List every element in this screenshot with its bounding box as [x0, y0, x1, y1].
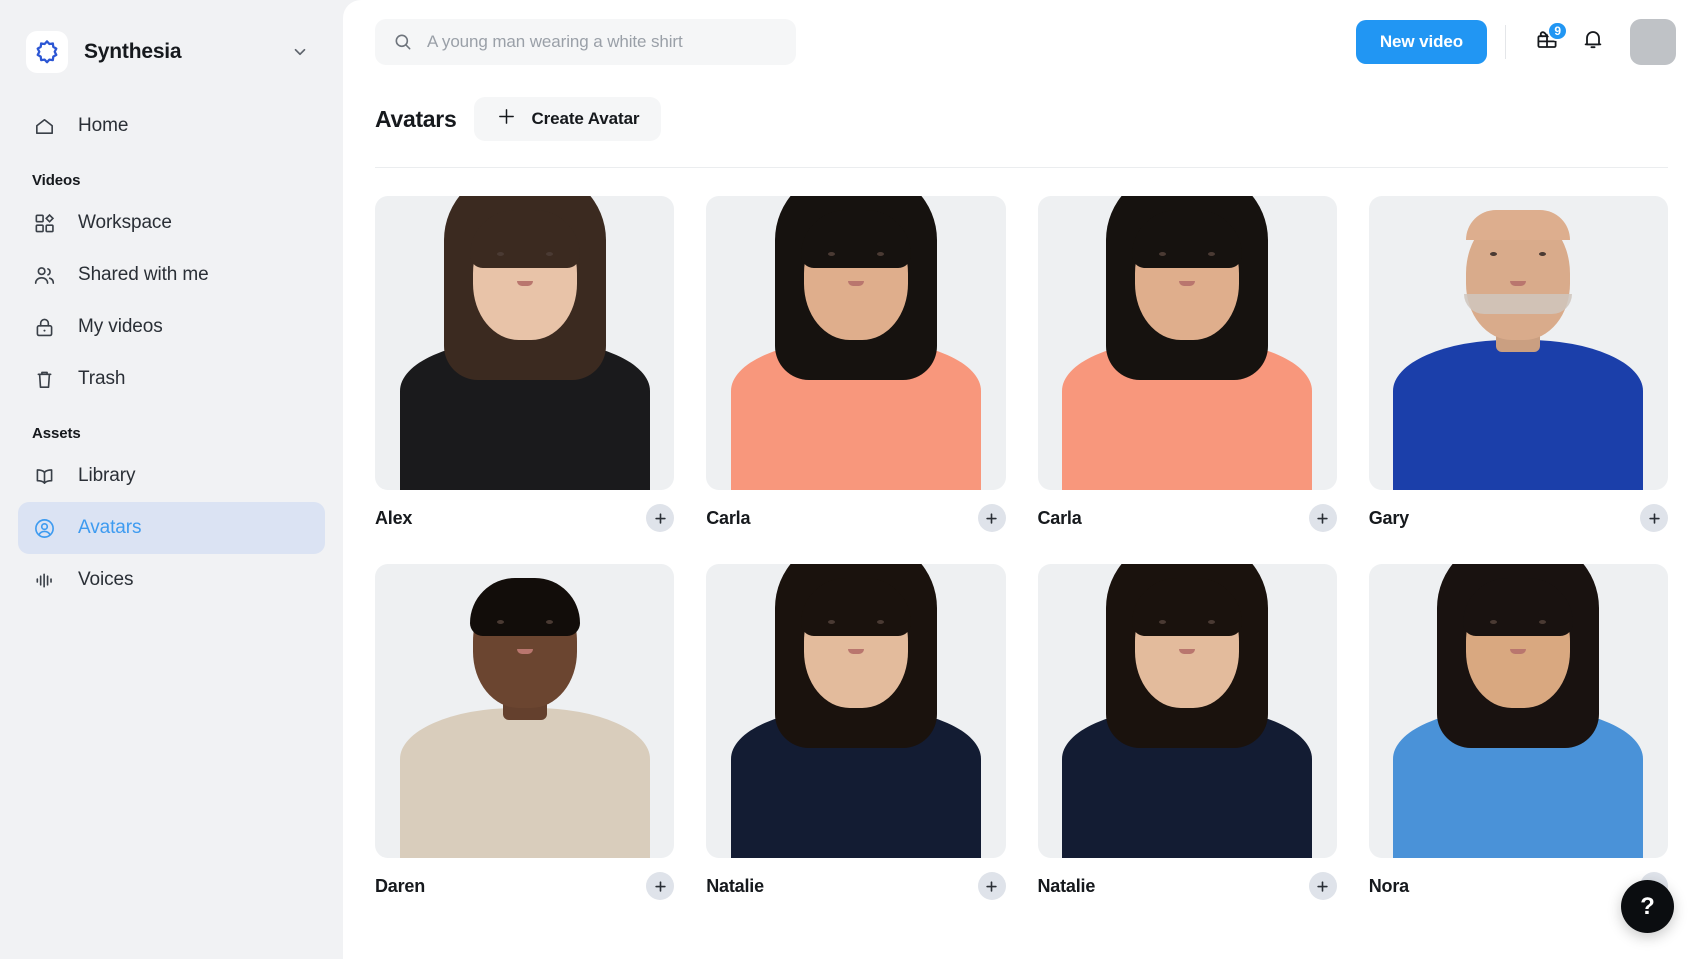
plus-circle-icon[interactable]	[1640, 504, 1668, 532]
avatar-thumbnail[interactable]	[1368, 564, 1668, 858]
avatar-card-footer: Gary	[1369, 504, 1668, 532]
notifications-button[interactable]	[1570, 19, 1616, 65]
plus-circle-icon[interactable]	[646, 872, 675, 900]
avatar-name: Daren	[375, 875, 426, 896]
avatar-portrait-illustration	[1038, 564, 1337, 858]
plus-circle-icon[interactable]	[1308, 872, 1337, 900]
avatar-card[interactable]: Natalie	[1037, 564, 1337, 900]
avatar-portrait-illustration	[706, 196, 1005, 490]
search-icon	[393, 32, 413, 52]
sidebar-item-avatars[interactable]: Avatars	[18, 502, 325, 554]
avatar-name: Nora	[1368, 875, 1409, 896]
sidebar-item-label: My videos	[78, 316, 163, 337]
sidebar-section-assets: Assets	[32, 425, 81, 442]
avatar-thumbnail[interactable]	[375, 196, 675, 490]
avatar-name: Carla	[1037, 507, 1082, 528]
avatar-portrait-illustration	[1369, 196, 1668, 490]
sidebar-item-voices[interactable]: Voices	[18, 554, 325, 606]
avatar-portrait-illustration	[375, 196, 674, 490]
sidebar-item-label: Workspace	[78, 212, 172, 233]
sidebar-item-my-videos[interactable]: My videos	[18, 301, 325, 353]
new-video-button[interactable]: New video	[1355, 19, 1487, 64]
chevron-down-icon[interactable]	[291, 43, 309, 61]
avatar-card[interactable]: Carla	[1037, 196, 1337, 532]
avatar-portrait-illustration	[375, 564, 674, 858]
avatar-card-footer: Natalie	[706, 872, 1006, 900]
plus-circle-icon[interactable]	[1308, 504, 1337, 532]
sidebar-nav: Home Videos Workspace Shared with me My …	[0, 78, 343, 606]
sidebar-item-library[interactable]: Library	[18, 450, 325, 502]
avatar-card-footer: Carla	[706, 504, 1006, 532]
create-avatar-label: Create Avatar	[531, 109, 640, 128]
lock-icon	[32, 315, 56, 339]
search-placeholder: A young man wearing a white shirt	[427, 31, 683, 51]
main-content: A young man wearing a white shirt New vi…	[343, 0, 1700, 959]
avatar-name: Alex	[375, 507, 413, 528]
book-icon	[32, 464, 56, 488]
sidebar: Synthesia Home Videos Workspace Shared w…	[0, 0, 343, 959]
sidebar-item-label: Trash	[78, 368, 126, 389]
help-button[interactable]: ?	[1621, 880, 1674, 933]
plus-circle-icon[interactable]	[977, 504, 1006, 532]
sidebar-item-label: Voices	[78, 569, 134, 590]
waveform-icon	[32, 568, 56, 592]
avatar-thumbnail[interactable]	[706, 564, 1006, 858]
trash-icon	[32, 367, 56, 391]
brand-name: Synthesia	[84, 40, 182, 63]
sidebar-item-home[interactable]: Home	[18, 100, 325, 152]
sidebar-item-workspace[interactable]: Workspace	[18, 197, 325, 249]
create-avatar-button[interactable]: Create Avatar	[474, 97, 662, 141]
avatar-card-footer: Daren	[375, 872, 675, 900]
plus-icon	[496, 106, 517, 132]
sidebar-item-shared-with-me[interactable]: Shared with me	[18, 249, 325, 301]
sidebar-item-label: Shared with me	[78, 264, 209, 285]
avatar-thumbnail[interactable]	[1037, 564, 1337, 858]
avatar-card-footer: Natalie	[1038, 872, 1337, 900]
synthesia-logo-icon	[26, 31, 68, 73]
avatar-card[interactable]: Daren	[375, 564, 675, 900]
topbar: A young man wearing a white shirt New vi…	[343, 0, 1700, 83]
topbar-actions: New video 9	[1355, 18, 1676, 65]
avatar-name: Natalie	[1037, 875, 1096, 896]
avatar-card[interactable]: Carla	[706, 196, 1006, 532]
sidebar-item-label: Avatars	[78, 517, 142, 538]
page-header: Avatars Create Avatar	[343, 83, 1700, 141]
avatar-card[interactable]: Nora	[1368, 564, 1668, 900]
sidebar-section-videos: Videos	[32, 172, 81, 189]
avatar-name: Natalie	[706, 875, 764, 896]
search-input[interactable]: A young man wearing a white shirt	[375, 18, 796, 65]
gift-badge-count: 9	[1547, 20, 1568, 41]
avatar-thumbnail[interactable]	[1368, 196, 1668, 490]
home-icon	[32, 114, 56, 138]
avatar-card[interactable]: Natalie	[706, 564, 1006, 900]
avatar-name: Carla	[706, 507, 751, 528]
bell-icon	[1581, 27, 1605, 56]
avatar-thumbnail[interactable]	[706, 196, 1006, 490]
avatar-portrait-illustration	[706, 564, 1005, 858]
avatar-portrait-illustration	[1038, 196, 1337, 490]
sidebar-item-trash[interactable]: Trash	[18, 353, 325, 405]
gift-button[interactable]: 9	[1524, 19, 1570, 65]
plus-circle-icon[interactable]	[646, 504, 675, 532]
sidebar-item-label: Home	[78, 115, 129, 136]
avatar-card-footer: Alex	[375, 504, 675, 532]
plus-circle-icon[interactable]	[977, 872, 1006, 900]
sidebar-item-label: Library	[78, 465, 136, 486]
avatar-thumbnail[interactable]	[1037, 196, 1337, 490]
avatar-card-footer: Carla	[1038, 504, 1337, 532]
user-circle-icon	[32, 516, 56, 540]
topbar-divider	[1505, 24, 1506, 59]
avatar-portrait-illustration	[1369, 564, 1668, 858]
app-root: Synthesia Home Videos Workspace Shared w…	[0, 0, 1700, 959]
avatar-card[interactable]: Alex	[375, 196, 675, 532]
users-icon	[32, 263, 56, 287]
avatar-card[interactable]: Gary	[1368, 196, 1668, 532]
avatar-name: Gary	[1368, 507, 1409, 528]
avatar[interactable]	[1630, 18, 1676, 65]
avatar-thumbnail[interactable]	[375, 564, 675, 858]
avatar-grid: Alex Carla Carla Gary Daren Natalie Nata…	[343, 168, 1700, 900]
brand-workspace-switcher[interactable]: Synthesia	[0, 0, 343, 78]
page-title: Avatars	[375, 105, 457, 132]
workspace-grid-icon	[32, 211, 56, 235]
